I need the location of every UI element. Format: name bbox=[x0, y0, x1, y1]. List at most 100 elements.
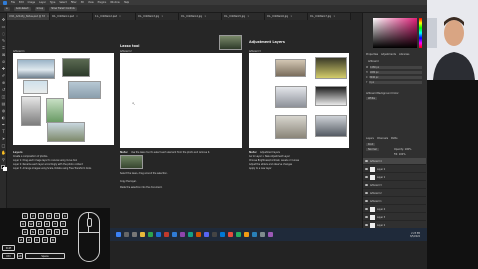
close-icon[interactable]: × bbox=[119, 15, 121, 18]
adjust-photo-3[interactable] bbox=[275, 86, 307, 108]
search-icon[interactable] bbox=[124, 232, 129, 237]
menu-window[interactable]: Window bbox=[110, 1, 119, 4]
close-icon[interactable]: × bbox=[247, 15, 249, 18]
eyedropper-tool-icon[interactable]: ⊘ bbox=[1, 59, 6, 64]
color-picker-field[interactable] bbox=[373, 18, 417, 48]
kind-filter-dropdown[interactable]: Kind bbox=[366, 143, 376, 146]
person-photo[interactable] bbox=[21, 96, 41, 126]
app-icon-11[interactable] bbox=[252, 232, 257, 237]
visibility-eye-icon[interactable] bbox=[365, 200, 368, 202]
photoshop-taskbar-icon[interactable] bbox=[172, 232, 177, 237]
transform-controls-checkbox[interactable]: Show Transf. Controls bbox=[49, 6, 77, 11]
file-explorer-icon[interactable] bbox=[140, 232, 145, 237]
edge-icon[interactable] bbox=[156, 232, 161, 237]
crop-tool-icon[interactable]: ⌗ bbox=[1, 45, 6, 50]
healing-brush-tool-icon[interactable]: ✚ bbox=[1, 66, 6, 71]
path-selection-tool-icon[interactable]: ➤ bbox=[1, 136, 6, 141]
plant-photo[interactable] bbox=[46, 98, 64, 123]
brush-tool-icon[interactable]: ✐ bbox=[1, 73, 6, 78]
app-icon-3[interactable] bbox=[188, 232, 193, 237]
landscape-photo[interactable] bbox=[47, 122, 85, 142]
visibility-eye-icon[interactable] bbox=[365, 192, 368, 194]
menu-select[interactable]: Select bbox=[59, 1, 66, 4]
tab-document-8[interactable]: 01-_Untitled-7.jpg × bbox=[308, 13, 351, 20]
artboard-bg-dropdown[interactable]: White bbox=[366, 97, 377, 100]
forest-photo[interactable] bbox=[62, 58, 90, 77]
tab-document-6[interactable]: 01-_Untitled-5.jpg × bbox=[222, 13, 265, 20]
layer-row[interactable]: Layer 4 bbox=[363, 206, 426, 213]
dodge-tool-icon[interactable]: ◐ bbox=[1, 115, 6, 120]
lasso-example-photo[interactable] bbox=[219, 35, 242, 50]
width-value[interactable]: 1080 px bbox=[370, 66, 422, 69]
lasso-tool-icon[interactable]: ◌ bbox=[1, 31, 6, 36]
menu-3d[interactable]: 3D bbox=[81, 1, 84, 4]
visibility-eye-icon[interactable] bbox=[365, 184, 368, 186]
adjust-photo-6[interactable] bbox=[315, 115, 347, 137]
visibility-eye-icon[interactable] bbox=[365, 224, 368, 226]
menu-view[interactable]: View bbox=[88, 1, 94, 4]
auto-select-checkbox[interactable]: Auto-Select bbox=[13, 6, 31, 11]
menu-filter[interactable]: Filter bbox=[71, 1, 77, 4]
blend-mode-dropdown[interactable]: Normal bbox=[366, 148, 379, 151]
tab-properties[interactable]: Properties bbox=[366, 53, 378, 56]
lake-photo[interactable] bbox=[23, 80, 48, 94]
app-icon-7[interactable] bbox=[220, 232, 225, 237]
visibility-eye-icon[interactable] bbox=[365, 176, 368, 178]
tab-layers[interactable]: Layers bbox=[366, 137, 374, 140]
start-icon[interactable] bbox=[116, 232, 121, 237]
menu-layer[interactable]: Layer bbox=[39, 1, 46, 4]
layer-row[interactable]: Layer 1 bbox=[363, 174, 426, 181]
tab-paths[interactable]: Paths bbox=[391, 137, 398, 140]
pen-tool-icon[interactable]: ✒ bbox=[1, 122, 6, 127]
lasso-result-photo[interactable] bbox=[120, 155, 143, 169]
y-field[interactable]: Y0 px bbox=[366, 81, 422, 84]
move-tool-icon[interactable]: ✥ bbox=[1, 17, 6, 22]
mountain-photo[interactable] bbox=[17, 59, 55, 79]
frame-tool-icon[interactable]: ⊠ bbox=[1, 52, 6, 57]
blur-tool-icon[interactable]: ◍ bbox=[1, 108, 6, 113]
close-icon[interactable]: × bbox=[333, 15, 335, 18]
fill-field[interactable]: Fill: 100% bbox=[394, 153, 406, 156]
tab-document-3[interactable]: 11-_Untitled-2.psd × bbox=[93, 13, 136, 20]
visibility-eye-icon[interactable] bbox=[365, 168, 368, 170]
layer-row[interactable]: Layer 3 bbox=[363, 214, 426, 221]
adjust-photo-4[interactable] bbox=[315, 86, 347, 106]
height-value[interactable]: 1080 px bbox=[369, 71, 422, 74]
gradient-tool-icon[interactable]: ▤ bbox=[1, 101, 6, 106]
width-field[interactable]: W 1080 px bbox=[366, 66, 422, 69]
layer-row[interactable]: Layer 2 bbox=[363, 166, 426, 173]
close-icon[interactable]: × bbox=[204, 15, 206, 18]
close-icon[interactable]: × bbox=[47, 15, 49, 18]
canvas-area[interactable]: Artboard 1 Layers Create a composition o… bbox=[7, 20, 362, 228]
x-value[interactable]: 8046 px bbox=[369, 76, 422, 79]
app-icon-2[interactable] bbox=[180, 232, 185, 237]
visibility-eye-icon[interactable] bbox=[365, 216, 368, 218]
layer-row[interactable]: Artboard 1 bbox=[363, 198, 426, 205]
clone-stamp-tool-icon[interactable]: ⊕ bbox=[1, 80, 6, 85]
chrome-icon[interactable] bbox=[148, 232, 153, 237]
app-icon-6[interactable] bbox=[212, 232, 217, 237]
hue-slider[interactable] bbox=[419, 18, 422, 48]
quick-select-tool-icon[interactable]: ✎ bbox=[1, 38, 6, 43]
system-clock[interactable]: 2:25 PM 8/5/2022 bbox=[410, 232, 420, 238]
hand-tool-icon[interactable]: ✋ bbox=[1, 150, 6, 155]
height-field[interactable]: H 1080 px bbox=[366, 71, 422, 74]
close-icon[interactable]: × bbox=[161, 15, 163, 18]
tab-document-2[interactable]: 02-_Untitled-1.psd × bbox=[50, 13, 93, 20]
tab-document-5[interactable]: 01-_Untitled-4.jpg × bbox=[179, 13, 222, 20]
app-icon-1[interactable] bbox=[164, 232, 169, 237]
app-icon-9[interactable] bbox=[236, 232, 241, 237]
app-icon-5[interactable] bbox=[204, 232, 209, 237]
app-icon-13[interactable] bbox=[268, 232, 273, 237]
menu-plugins[interactable]: Plugins bbox=[98, 1, 107, 4]
artboard-3[interactable] bbox=[249, 53, 349, 148]
adjust-photo-2[interactable] bbox=[315, 57, 347, 79]
tab-channels[interactable]: Channels bbox=[377, 137, 388, 140]
app-icon-8[interactable] bbox=[228, 232, 233, 237]
rectangle-tool-icon[interactable]: □ bbox=[1, 143, 6, 148]
close-icon[interactable]: × bbox=[290, 15, 292, 18]
app-icon-10[interactable] bbox=[244, 232, 249, 237]
menu-type[interactable]: Type bbox=[50, 1, 56, 4]
artboard-2[interactable]: ↖ bbox=[120, 53, 242, 148]
layer-row[interactable]: Artboard 2 bbox=[363, 190, 426, 197]
